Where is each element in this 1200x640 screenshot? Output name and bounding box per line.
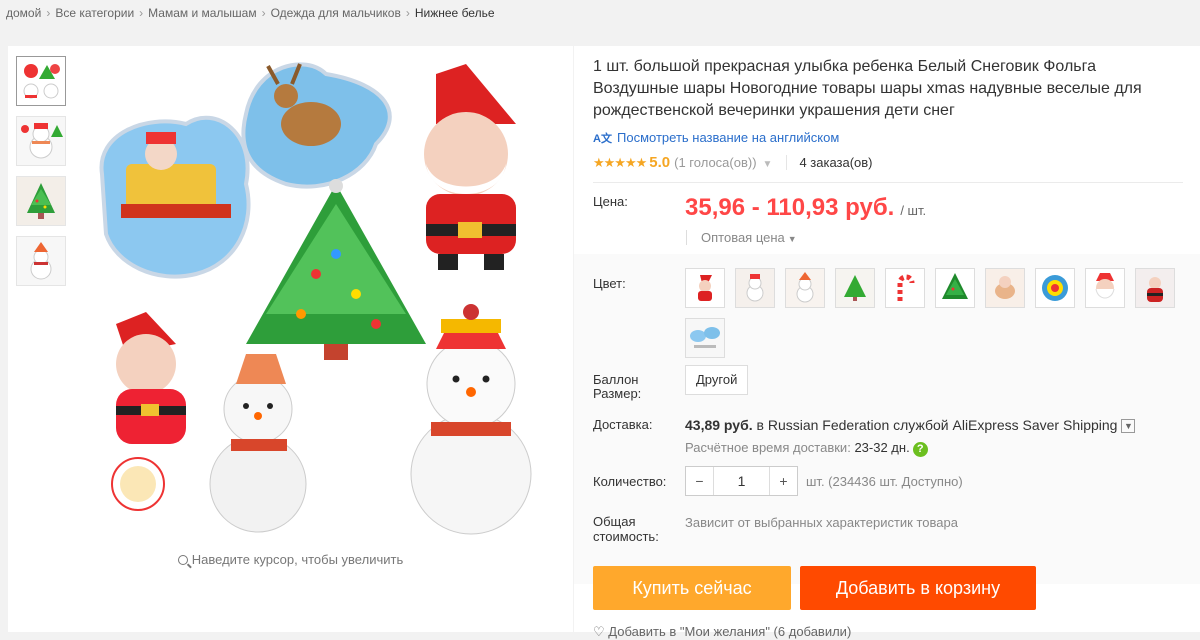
tree-balloon-illustration — [246, 179, 426, 360]
thumbnail-list — [16, 56, 66, 296]
price-label: Цена: — [593, 194, 628, 209]
color-swatch-santa-2[interactable] — [1135, 268, 1175, 308]
delivery-estimate: Расчётное время доставки: 23-32 дн.? — [685, 440, 928, 457]
price-block: 35,96 - 110,93 руб. / шт. — [685, 194, 926, 222]
quantity-decrement-button[interactable]: − — [686, 467, 714, 495]
chevron-down-icon[interactable]: ▼ — [1121, 419, 1136, 433]
color-swatch-tree-2[interactable] — [935, 268, 975, 308]
caret-down-icon: ▼ — [787, 234, 797, 244]
breadcrumb-separator: › — [139, 6, 144, 20]
color-swatch-santa-face[interactable] — [1085, 268, 1125, 308]
quantity-input[interactable]: 1 — [714, 467, 769, 495]
breadcrumb-all-categories[interactable]: Все категории — [55, 6, 134, 20]
size-option-other[interactable]: Другой — [685, 365, 749, 395]
translate-link[interactable]: A文 Посмотреть название на английском — [593, 130, 839, 146]
color-swatch-snowman-2[interactable] — [785, 268, 825, 308]
breadcrumb-separator: › — [46, 6, 51, 20]
delivery-estimate-value: 23-32 дн. — [854, 440, 910, 455]
color-swatch-wreath[interactable] — [1035, 268, 1075, 308]
product-gallery: Наведите курсор, чтобы увеличить — [8, 46, 573, 632]
breadcrumb-separator: › — [261, 6, 266, 20]
santa-balloon-illustration — [424, 64, 516, 270]
translate-link-text[interactable]: Посмотреть название на английском — [617, 130, 839, 145]
quantity-stepper: − 1 + — [685, 466, 798, 496]
quantity-label: Количество: — [593, 474, 667, 489]
color-swatch-tree[interactable] — [835, 268, 875, 308]
thumbnail-2[interactable] — [16, 116, 66, 166]
buy-now-button[interactable]: Купить сейчас — [593, 566, 791, 610]
shipping-info: 43,89 руб. в Russian Federation службой … — [685, 417, 1136, 433]
color-swatches — [685, 268, 1185, 368]
zoom-hint-text: Наведите курсор, чтобы увеличить — [191, 552, 404, 567]
snowman-balloon-illustration — [209, 354, 307, 533]
shipping-text: в Russian Federation службой AliExpress … — [756, 417, 1118, 433]
price-value: 35,96 - 110,93 руб. — [685, 194, 895, 221]
shipping-price: 43,89 руб. — [685, 417, 753, 433]
color-swatch-santa[interactable] — [685, 268, 725, 308]
thumbnail-1[interactable] — [16, 56, 66, 106]
color-swatch-reindeer[interactable] — [985, 268, 1025, 308]
delivery-estimate-label: Расчётное время доставки: — [685, 440, 851, 455]
chevron-down-icon[interactable]: ▼ — [763, 159, 773, 170]
main-product-image[interactable] — [86, 54, 566, 542]
snowman-balloon-2-illustration — [410, 304, 532, 535]
zoom-hint: Наведите курсор, чтобы увеличить — [8, 552, 573, 567]
reindeer-balloon-illustration — [241, 62, 392, 189]
wholesale-price-toggle[interactable]: Оптовая цена ▼ — [686, 230, 797, 245]
color-swatch-candy-cane[interactable] — [885, 268, 925, 308]
color-swatch-sleigh[interactable] — [685, 318, 725, 358]
add-to-cart-button[interactable]: Добавить в корзину — [800, 566, 1036, 610]
merry-christmas-sticker-illustration — [111, 457, 165, 511]
color-label: Цвет: — [593, 276, 626, 291]
color-swatch-snowman[interactable] — [735, 268, 775, 308]
total-value: Зависит от выбранных характеристик товар… — [685, 515, 958, 530]
santa-balloon-2-illustration — [116, 312, 186, 444]
product-title: 1 шт. большой прекрасная улыбка ребенка … — [593, 58, 1142, 119]
shipping-label: Доставка: — [593, 417, 653, 432]
total-label: Общая стоимость: — [593, 514, 659, 544]
wholesale-price-label[interactable]: Оптовая цена — [701, 230, 785, 245]
rating-row: ★★★★★ 5.0 (1 голоса(ов)) ▼ 4 заказа(ов) — [593, 154, 873, 171]
breadcrumb-moms-babies[interactable]: Мамам и малышам — [148, 6, 256, 20]
breadcrumb-underwear: Нижнее белье — [414, 6, 495, 20]
quantity-increment-button[interactable]: + — [769, 467, 797, 495]
price-unit: / шт. — [900, 203, 927, 218]
divider — [593, 182, 1183, 183]
breadcrumb-home[interactable]: домой — [6, 6, 41, 20]
thumbnail-4[interactable] — [16, 236, 66, 286]
thumbnail-3[interactable] — [16, 176, 66, 226]
orders-count: 4 заказа(ов) — [786, 155, 873, 170]
breadcrumb: домой › Все категории › Мамам и малышам › Одеж… — [6, 6, 495, 20]
magnifier-icon — [177, 555, 188, 565]
translate-icon: A文 — [593, 133, 612, 145]
product-detail: 1 шт. большой прекрасная улыбка ребенка … — [574, 46, 1200, 639]
add-to-wishlist-link[interactable]: ♡ Добавить в "Мои желания" (6 добавили) — [593, 624, 851, 640]
sleigh-balloon-illustration — [99, 115, 251, 279]
breadcrumb-separator: › — [405, 6, 410, 20]
breadcrumb-boys-clothing[interactable]: Одежда для мальчиков — [271, 6, 401, 20]
star-rating-icon: ★★★★★ — [593, 155, 647, 170]
quantity-available: шт. (234436 шт. Доступно) — [806, 474, 963, 489]
size-label: Баллон Размер: — [593, 372, 642, 401]
rating-score: 5.0 — [649, 154, 671, 171]
help-icon[interactable]: ? — [912, 442, 928, 457]
rating-votes[interactable]: (1 голоса(ов)) — [674, 155, 756, 170]
